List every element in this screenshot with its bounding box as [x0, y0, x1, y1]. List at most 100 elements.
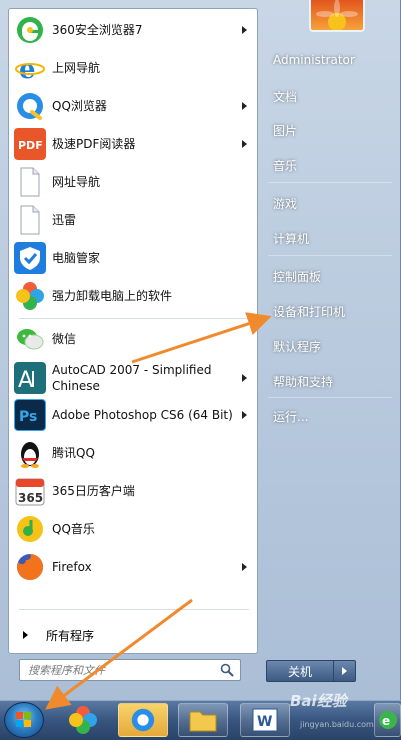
program-item-url-navigation[interactable]: 网址导航 [11, 164, 255, 200]
qq-music-icon [14, 513, 46, 545]
menu-separator [19, 609, 249, 610]
svg-text:e: e [19, 55, 36, 83]
wechat-icon [14, 323, 46, 355]
menu-separator [19, 318, 249, 319]
taskbar-word-document[interactable]: W [240, 703, 290, 737]
calendar-365-icon: 365 [14, 475, 46, 507]
start-button[interactable] [4, 702, 44, 738]
program-label: QQ音乐 [52, 522, 95, 536]
pdf-reader-icon: PDF [14, 128, 46, 160]
program-item-qq-music[interactable]: QQ音乐 [11, 511, 255, 547]
run-link[interactable]: 运行... [266, 402, 396, 430]
pc-manager-icon [14, 242, 46, 274]
right-pane-label: 帮助和支持 [273, 374, 334, 389]
program-label: Adobe Photoshop CS6 (64 Bit) [52, 408, 233, 422]
program-label: 电脑管家 [52, 251, 101, 265]
program-item-360-browser[interactable]: 360安全浏览器7 [11, 12, 255, 48]
shutdown-label: 关机 [287, 664, 312, 679]
uninstall-pinwheel-icon [14, 280, 46, 312]
program-item-photoshop[interactable]: Ps Adobe Photoshop CS6 (64 Bit) [11, 397, 255, 433]
svg-text:365: 365 [18, 491, 43, 505]
program-label: 360安全浏览器7 [52, 23, 143, 37]
music-link[interactable]: 音乐 [266, 151, 396, 179]
program-label: 365日历客户端 [52, 484, 135, 498]
right-pane-label: 默认程序 [273, 339, 322, 354]
taskbar-pinwheel-app[interactable] [58, 703, 108, 737]
submenu-arrow-icon[interactable] [242, 140, 247, 148]
right-pane-label: 设备和打印机 [273, 304, 346, 319]
taskbar-browser-app[interactable]: e [374, 703, 401, 737]
browser-icon: e [378, 711, 397, 729]
program-item-wechat[interactable]: 微信 [11, 321, 255, 357]
firefox-icon [14, 551, 46, 583]
pinwheel-app-icon [69, 706, 97, 734]
program-label: 极速PDF阅读器 [52, 137, 136, 151]
expand-triangle-icon [23, 631, 28, 639]
all-programs-label: 所有程序 [46, 628, 95, 643]
default-programs-link[interactable]: 默认程序 [266, 332, 396, 360]
windows-logo-icon [16, 712, 31, 727]
right-pane-label: Administrator [273, 53, 355, 67]
program-item-web-navigation[interactable]: e 上网导航 [11, 50, 255, 86]
shutdown-options-button[interactable] [334, 660, 356, 682]
shutdown-button[interactable]: 关机 [266, 660, 334, 682]
qq-penguin-icon [14, 437, 46, 469]
submenu-arrow-icon[interactable] [242, 102, 247, 110]
program-item-qq-browser[interactable]: QQ浏览器 [11, 88, 255, 124]
svg-text:Ps: Ps [19, 409, 37, 425]
control-panel-link[interactable]: 控制面板 [266, 262, 396, 290]
program-label: 强力卸载电脑上的软件 [52, 289, 173, 303]
submenu-arrow-icon[interactable] [242, 563, 247, 571]
search-box[interactable]: 搜索程序和文件 [19, 659, 241, 681]
right-pane-separator [268, 182, 392, 183]
user-name-link[interactable]: Administrator [266, 46, 396, 74]
program-item-365-calendar[interactable]: 365 365日历客户端 [11, 473, 255, 509]
chevron-right-icon [342, 667, 347, 675]
start-menu: 360安全浏览器7 e 上网导航 QQ浏览器 PDF 极速PDF阅读器 网址导航… [0, 0, 401, 700]
folder-icon [189, 711, 217, 732]
right-pane-label: 控制面板 [273, 269, 322, 284]
search-icon[interactable] [220, 663, 234, 677]
user-picture[interactable] [309, 0, 365, 32]
program-item-firefox[interactable]: Firefox [11, 549, 255, 585]
svg-text:PDF: PDF [18, 139, 43, 152]
devices-and-printers-link[interactable]: 设备和打印机 [266, 297, 396, 325]
program-label: AutoCAD 2007 - Simplified Chinese [52, 363, 212, 393]
right-pane-separator [268, 397, 392, 398]
submenu-arrow-icon[interactable] [242, 374, 247, 382]
program-item-pdf-reader[interactable]: PDF 极速PDF阅读器 [11, 126, 255, 162]
program-label: 迅雷 [52, 213, 77, 227]
search-placeholder: 搜索程序和文件 [28, 664, 105, 677]
taskbar-qq-browser[interactable] [118, 703, 168, 737]
games-link[interactable]: 游戏 [266, 189, 396, 217]
documents-link[interactable]: 文档 [266, 82, 396, 110]
all-programs-button[interactable]: 所有程序 [17, 623, 253, 647]
right-pane-label: 图片 [273, 123, 298, 138]
program-item-autocad[interactable]: A AutoCAD 2007 - Simplified Chinese [11, 359, 255, 397]
watermark-text: Bai经验 [290, 692, 347, 710]
program-item-qq[interactable]: 腾讯QQ [11, 435, 255, 471]
submenu-arrow-icon[interactable] [242, 411, 247, 419]
program-label: 上网导航 [52, 61, 101, 75]
qq-browser-icon [131, 708, 155, 732]
program-label: 微信 [52, 332, 77, 346]
photoshop-icon: Ps [14, 399, 46, 431]
program-label: 腾讯QQ [52, 446, 95, 460]
right-pane-label: 文档 [273, 89, 298, 104]
svg-text:W: W [257, 714, 272, 730]
program-label: 网址导航 [52, 175, 101, 189]
program-item-force-uninstall[interactable]: 强力卸载电脑上的软件 [11, 278, 255, 314]
computer-link[interactable]: 计算机 [266, 224, 396, 252]
autocad-icon: A [14, 362, 46, 394]
pictures-link[interactable]: 图片 [266, 116, 396, 144]
blank-document-icon [14, 166, 46, 198]
taskbar-file-explorer[interactable] [178, 703, 228, 737]
program-item-pc-manager[interactable]: 电脑管家 [11, 240, 255, 276]
programs-pane: 360安全浏览器7 e 上网导航 QQ浏览器 PDF 极速PDF阅读器 网址导航… [8, 8, 258, 654]
program-item-xunlei[interactable]: 迅雷 [11, 202, 255, 238]
help-and-support-link[interactable]: 帮助和支持 [266, 367, 396, 395]
submenu-arrow-icon[interactable] [242, 26, 247, 34]
blank-document-icon [14, 204, 46, 236]
ie-navigation-icon: e [14, 52, 46, 84]
program-label: Firefox [52, 560, 92, 574]
